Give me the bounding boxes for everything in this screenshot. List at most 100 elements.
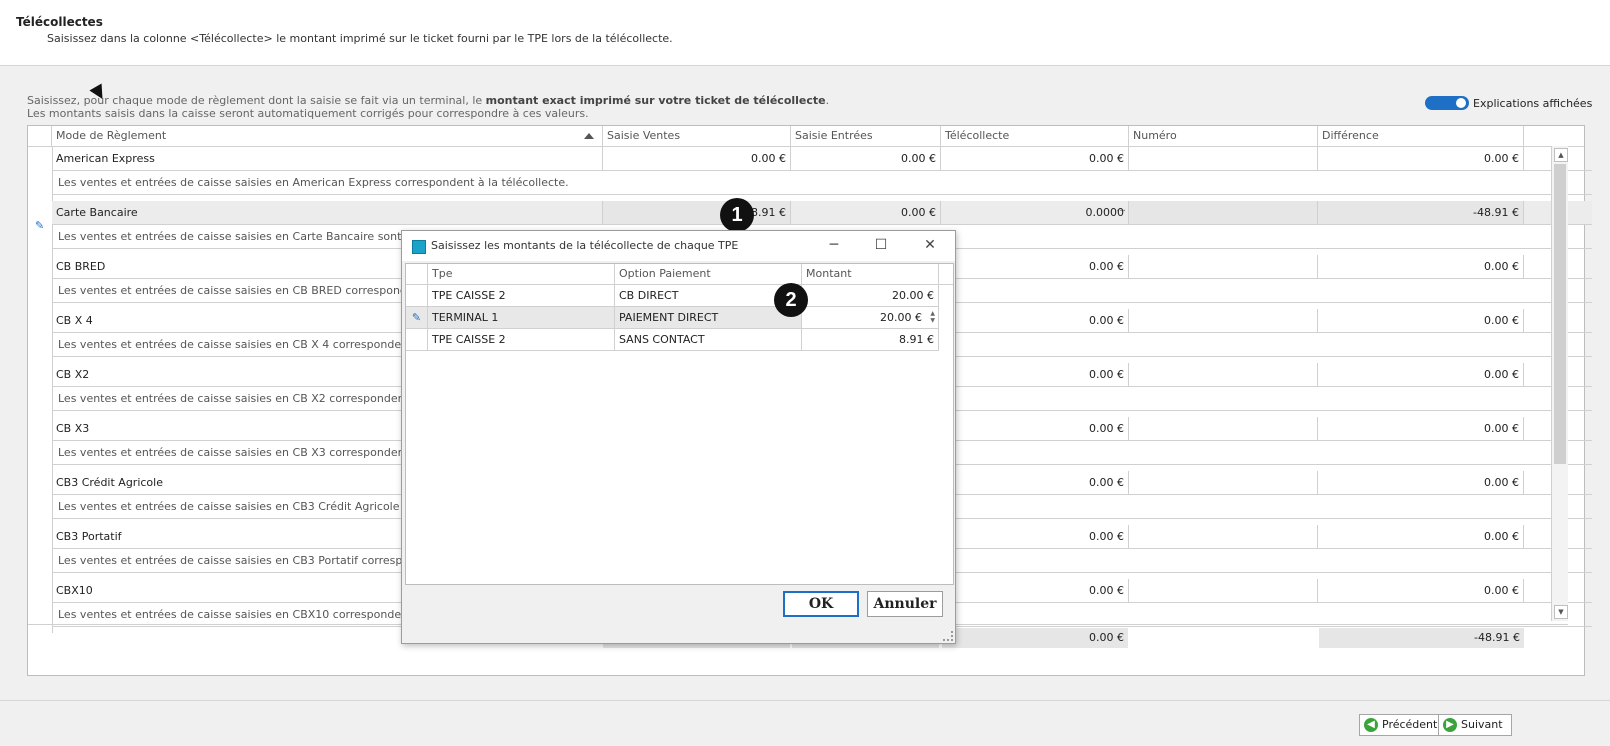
cell-entrees: 0.00 € xyxy=(791,201,941,224)
cell-tpe: TERMINAL 1 xyxy=(428,307,615,329)
row-cells: Carte Bancaire 48.91 €0.00 €0.0000 -48.91 … xyxy=(52,201,1592,225)
cell-option: SANS CONTACT xyxy=(615,329,802,351)
row-indicator[interactable] xyxy=(28,417,53,471)
tpe-row-indicator[interactable] xyxy=(406,285,428,307)
cell-numero[interactable] xyxy=(1129,255,1318,278)
ellipsis-button-icon[interactable]: ··· xyxy=(1115,201,1127,224)
tpe-row-indicator[interactable] xyxy=(406,329,428,351)
scroll-down-icon[interactable]: ▼ xyxy=(1554,605,1568,619)
cell-telecollecte[interactable]: 0.00 € xyxy=(941,471,1129,494)
cell-tpe: TPE CAISSE 2 xyxy=(428,285,615,307)
info-line1-bold: montant exact imprimé sur votre ticket d… xyxy=(485,94,826,107)
info-line1-prefix: Saisissez, pour chaque mode de règlement… xyxy=(27,94,486,107)
explanations-toggle[interactable]: Explications affichées xyxy=(1425,96,1592,110)
row-explanation: Les ventes et entrées de caisse saisies … xyxy=(52,171,1592,195)
cell-numero[interactable] xyxy=(1129,525,1318,548)
previous-button[interactable]: ◀ Précédent xyxy=(1359,714,1447,736)
info-line1-suffix: . xyxy=(825,94,830,107)
dialog-title: Saisissez les montants de la télécollect… xyxy=(431,239,739,252)
cell-telecollecte[interactable]: 0.00 € xyxy=(941,255,1129,278)
cell-difference: -48.91 € xyxy=(1318,201,1524,224)
cell-difference: 0.00 € xyxy=(1318,417,1524,440)
cell-telecollecte[interactable]: 0.00 € xyxy=(941,417,1129,440)
cell-numero[interactable] xyxy=(1129,417,1318,440)
cell-difference: 0.00 € xyxy=(1318,147,1524,170)
table-row[interactable]: American Express 0.00 €0.00 €0.00 €0.00 €… xyxy=(28,147,1592,201)
column-header-tpe[interactable]: Tpe xyxy=(428,264,615,284)
row-indicator[interactable] xyxy=(28,471,53,525)
tpe-row[interactable]: TPE CAISSE 2 SANS CONTACT 8.91 € xyxy=(406,329,953,351)
next-label: Suivant xyxy=(1461,718,1503,731)
total-difference: -48.91 € xyxy=(1319,628,1524,648)
tpe-row[interactable]: ✎ TERMINAL 1 PAIEMENT DIRECT 20.00 € ▲ ▼ xyxy=(406,307,953,329)
tpe-row-indicator[interactable]: ✎ xyxy=(406,307,428,329)
cancel-button[interactable]: Annuler xyxy=(867,591,943,617)
cell-numero[interactable] xyxy=(1129,579,1318,602)
cell-numero[interactable] xyxy=(1129,309,1318,332)
next-button[interactable]: ▶ Suivant xyxy=(1438,714,1512,736)
cell-numero[interactable] xyxy=(1129,201,1318,224)
cell-montant[interactable]: 20.00 € ▲ ▼ xyxy=(802,307,939,329)
cell-difference: 0.00 € xyxy=(1318,471,1524,494)
sort-ascending-icon xyxy=(584,133,594,139)
edit-pencil-icon: ✎ xyxy=(35,219,45,232)
scroll-up-icon[interactable]: ▲ xyxy=(1554,148,1568,162)
cell-mode: American Express xyxy=(52,147,603,170)
cell-numero[interactable] xyxy=(1129,471,1318,494)
column-header-mode[interactable]: Mode de Règlement xyxy=(52,126,603,146)
tpe-row[interactable]: TPE CAISSE 2 CB DIRECT 20.00 € xyxy=(406,285,953,307)
column-header-numero[interactable]: Numéro xyxy=(1129,126,1318,146)
previous-label: Précédent xyxy=(1382,718,1438,731)
cell-tpe: TPE CAISSE 2 xyxy=(428,329,615,351)
page-header: Télécollectes Saisissez dans la colonne … xyxy=(0,0,1610,66)
cell-telecollecte[interactable]: 0.00 € xyxy=(941,309,1129,332)
cell-numero[interactable] xyxy=(1129,147,1318,170)
tpe-grid: Tpe Option Paiement Montant TPE CAISSE 2… xyxy=(405,263,954,585)
column-header-telecollecte[interactable]: Télécollecte xyxy=(941,126,1129,146)
grid-scrollbar[interactable]: ▲ ▼ xyxy=(1551,146,1568,621)
montant-value: 20.00 € xyxy=(880,311,922,324)
cell-difference: 0.00 € xyxy=(1318,525,1524,548)
column-header-difference[interactable]: Différence xyxy=(1318,126,1524,146)
row-indicator[interactable] xyxy=(28,363,53,417)
close-icon[interactable]: ✕ xyxy=(919,235,941,255)
column-header-entrees[interactable]: Saisie Entrées xyxy=(791,126,941,146)
row-indicator[interactable]: ✎ xyxy=(28,201,53,255)
step-badge-2: 2 xyxy=(774,283,808,317)
header-indicator xyxy=(28,126,52,146)
column-header-montant[interactable]: Montant xyxy=(802,264,939,284)
cell-montant[interactable]: 20.00 € xyxy=(802,285,939,307)
cell-telecollecte[interactable]: 0.00 € xyxy=(941,579,1129,602)
cell-telecollecte[interactable]: 0.0000 xyxy=(941,201,1129,224)
footer-divider xyxy=(0,700,1610,701)
spin-stepper-icon[interactable]: ▲ ▼ xyxy=(928,310,935,324)
cell-montant[interactable]: 8.91 € xyxy=(802,329,939,351)
column-header-ventes[interactable]: Saisie Ventes xyxy=(603,126,791,146)
cell-numero[interactable] xyxy=(1129,363,1318,386)
column-header-option[interactable]: Option Paiement xyxy=(615,264,802,284)
previous-arrow-icon: ◀ xyxy=(1364,718,1378,732)
page-title: Télécollectes xyxy=(16,15,103,29)
cell-option: PAIEMENT DIRECT xyxy=(615,307,802,329)
toggle-switch[interactable] xyxy=(1425,96,1469,110)
cell-difference: 0.00 € xyxy=(1318,363,1524,386)
resize-grip-icon[interactable] xyxy=(943,631,953,641)
page-description: Saisissez dans la colonne <Télécollecte>… xyxy=(47,32,673,45)
cell-telecollecte[interactable]: 0.00 € xyxy=(941,147,1129,170)
row-indicator[interactable] xyxy=(28,147,53,201)
row-indicator[interactable] xyxy=(28,309,53,363)
scroll-thumb[interactable] xyxy=(1554,164,1566,464)
ok-button[interactable]: OK xyxy=(783,591,859,617)
step-badge-1: 1 xyxy=(720,198,754,232)
cell-telecollecte[interactable]: 0.00 € xyxy=(941,525,1129,548)
cell-telecollecte[interactable]: 0.00 € xyxy=(941,363,1129,386)
row-indicator[interactable] xyxy=(28,255,53,309)
toggle-label: Explications affichées xyxy=(1473,96,1593,110)
info-line2: Les montants saisis dans la caisse seron… xyxy=(27,107,589,120)
montant-value: 20.00 € xyxy=(892,289,934,302)
cell-ventes: 0.00 € xyxy=(603,147,791,170)
column-header-mode-label: Mode de Règlement xyxy=(56,129,167,142)
minimize-icon[interactable]: ─ xyxy=(823,235,845,255)
row-indicator[interactable] xyxy=(28,525,53,579)
maximize-icon[interactable]: ☐ xyxy=(870,235,892,255)
